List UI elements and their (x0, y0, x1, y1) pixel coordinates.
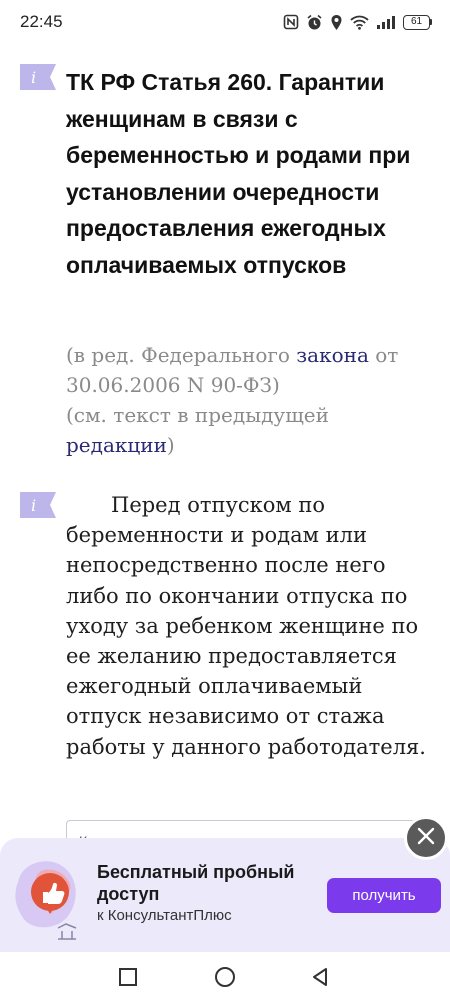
svg-text:i: i (31, 496, 36, 515)
back-button[interactable] (305, 962, 335, 992)
article-body: Перед отпуском по беременности и родам и… (66, 493, 426, 759)
consultant-plus-logo (8, 852, 92, 944)
status-icons: 61 (283, 14, 432, 31)
recents-button[interactable] (113, 962, 143, 992)
nfc-icon (283, 14, 299, 30)
wifi-icon (350, 15, 369, 30)
close-icon (417, 827, 435, 849)
alarm-icon (306, 14, 323, 31)
signal-icon (376, 15, 396, 30)
status-time: 22:45 (20, 12, 63, 31)
location-icon (330, 14, 343, 31)
promo-title: Бесплатный пробный доступ (97, 862, 295, 904)
svg-text:i: i (31, 68, 36, 87)
battery-icon: 61 (403, 14, 432, 30)
edition-link[interactable]: редакции (66, 433, 167, 457)
system-nav-bar (0, 952, 450, 1000)
status-bar: 22:45 61 (0, 0, 450, 44)
edition-note: (в ред. Федерального закона от 30.06.200… (66, 343, 399, 457)
info-icon[interactable]: i (20, 64, 56, 90)
info-icon[interactable]: i (20, 492, 56, 518)
square-icon (119, 968, 137, 986)
get-access-button[interactable]: получить (327, 878, 441, 913)
promo-subtitle: к КонсультантПлюс (97, 907, 232, 924)
home-button[interactable] (210, 962, 240, 992)
article-title: ТК РФ Статья 260. Гарантии женщинам в св… (66, 69, 411, 278)
triangle-back-icon (313, 968, 327, 986)
law-link[interactable]: закона (296, 343, 369, 367)
close-banner-button[interactable] (404, 816, 448, 860)
circle-icon (215, 967, 235, 987)
promo-banner: Бесплатный пробный доступ к КонсультантП… (0, 838, 450, 952)
battery-level: 61 (403, 14, 430, 30)
